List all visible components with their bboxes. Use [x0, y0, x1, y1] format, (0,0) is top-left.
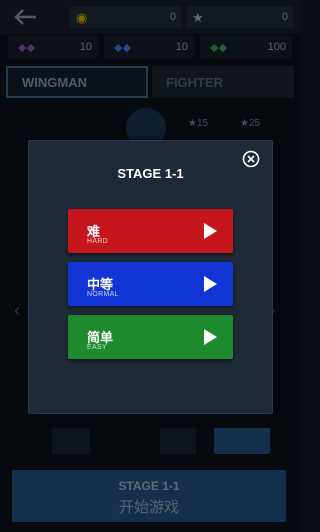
difficulty-sublabel: NORMAL [87, 291, 119, 298]
hard-difficulty-button[interactable]: 难 HARD [68, 209, 233, 253]
close-icon[interactable] [241, 149, 261, 169]
easy-difficulty-button[interactable]: 简单 EASY [68, 315, 233, 359]
difficulty-sublabel: EASY [87, 344, 107, 351]
play-icon [204, 223, 217, 239]
dialog-title: STAGE 1-1 [117, 166, 184, 181]
stage-select-dialog: STAGE 1-1 难 HARD 中等 NORMAL 简单 EASY [28, 140, 273, 414]
play-icon [204, 329, 217, 345]
difficulty-sublabel: HARD [87, 238, 109, 245]
play-icon [204, 276, 217, 292]
normal-difficulty-button[interactable]: 中等 NORMAL [68, 262, 233, 306]
